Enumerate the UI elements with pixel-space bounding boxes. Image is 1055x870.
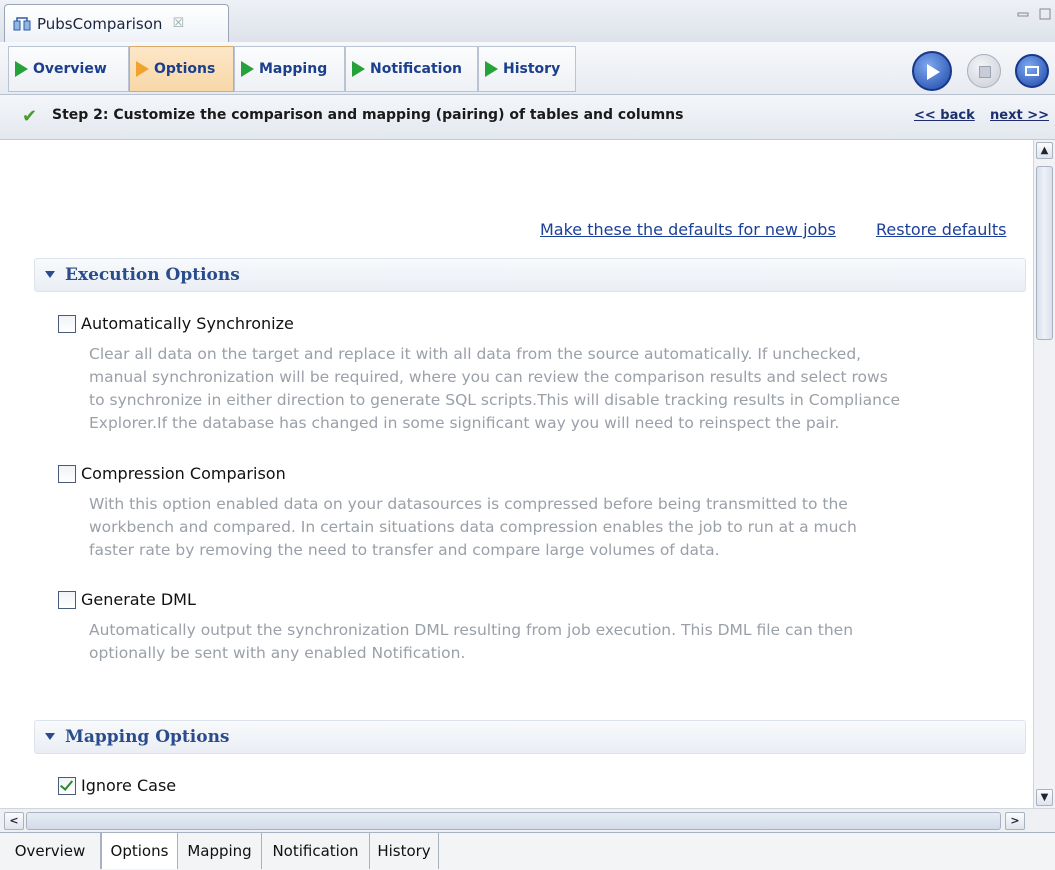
option-description: With this option enabled data on your da… [89, 495, 857, 559]
nav-tab-label: Notification [370, 61, 463, 77]
option-label: Generate DML [81, 590, 196, 609]
page-tab-options[interactable]: Options [101, 833, 178, 869]
section-title: Execution Options [65, 265, 240, 285]
restore-defaults-link[interactable]: Restore defaults [876, 220, 1006, 239]
option-label: Ignore Case [81, 776, 177, 795]
nav-tab-notification[interactable]: Notification [345, 46, 478, 92]
automatically-synchronize-checkbox[interactable] [58, 315, 76, 333]
scroll-down-icon[interactable]: ▼ [1036, 789, 1053, 806]
nav-tab-label: Overview [33, 61, 107, 77]
checkmark-icon: ✔ [22, 106, 38, 127]
nav-tab-history[interactable]: History [478, 46, 576, 92]
page-tab-history[interactable]: History [370, 833, 439, 869]
comparison-job-icon [13, 16, 31, 30]
section-title: Mapping Options [65, 727, 230, 747]
play-arrow-icon [485, 61, 498, 77]
generate-dml-checkbox[interactable] [58, 591, 76, 609]
option-description: Clear all data on the target and replace… [89, 345, 901, 432]
close-icon[interactable]: ☒ [172, 16, 184, 31]
page-tab-notification[interactable]: Notification [262, 833, 370, 869]
options-content: Make these the defaults for new jobs Res… [0, 140, 1033, 808]
make-defaults-link[interactable]: Make these the defaults for new jobs [540, 220, 836, 239]
bottom-page-tabs: Overview Options Mapping Notification Hi… [0, 832, 1055, 870]
maximize-icon[interactable] [1039, 8, 1051, 20]
vertical-scrollbar[interactable]: ▲ ▼ [1033, 140, 1055, 808]
page-tab-overview[interactable]: Overview [0, 833, 101, 869]
expand-triangle-icon [45, 271, 55, 278]
scroll-right-icon[interactable]: > [1005, 812, 1025, 830]
step-header: ✔ Step 2: Customize the comparison and m… [0, 95, 1055, 140]
editor-tab-pubscomparison[interactable]: PubsComparison ☒ [4, 4, 229, 42]
nav-tab-label: Mapping [259, 61, 328, 77]
back-link[interactable]: << back [914, 108, 975, 123]
console-button[interactable] [1015, 54, 1049, 88]
nav-tab-options[interactable]: Options [129, 46, 234, 92]
option-label: Automatically Synchronize [81, 314, 294, 333]
next-link[interactable]: next >> [990, 108, 1049, 123]
window-controls [1017, 8, 1051, 23]
editor-tab-bar: PubsComparison ☒ [0, 0, 1055, 43]
play-arrow-icon [241, 61, 254, 77]
wizard-nav-bar: Overview Options Mapping Notification Hi… [0, 42, 1055, 95]
step-title: Step 2: Customize the comparison and map… [52, 107, 684, 123]
vertical-scroll-thumb[interactable] [1036, 166, 1053, 340]
nav-tab-mapping[interactable]: Mapping [234, 46, 345, 92]
compression-comparison-checkbox[interactable] [58, 465, 76, 483]
expand-triangle-icon [45, 733, 55, 740]
play-arrow-icon [352, 61, 365, 77]
nav-tab-label: History [503, 61, 561, 77]
play-arrow-icon [15, 61, 28, 77]
play-arrow-icon [136, 61, 149, 77]
editor-tab-title: PubsComparison [37, 14, 163, 33]
execution-options-header[interactable]: Execution Options [34, 258, 1026, 292]
stop-job-button[interactable] [967, 54, 1001, 88]
minimize-icon[interactable] [1017, 10, 1029, 20]
mapping-options-header[interactable]: Mapping Options [34, 720, 1026, 754]
ignore-case-checkbox[interactable] [58, 777, 76, 795]
horizontal-scroll-thumb[interactable] [26, 812, 1001, 830]
scroll-left-icon[interactable]: < [4, 812, 24, 830]
page-tab-mapping[interactable]: Mapping [178, 833, 262, 869]
option-description: Automatically output the synchronization… [89, 621, 854, 662]
nav-tab-label: Options [154, 61, 216, 77]
option-label: Compression Comparison [81, 464, 286, 483]
run-job-button[interactable] [912, 51, 952, 91]
nav-tab-overview[interactable]: Overview [8, 46, 129, 92]
horizontal-scrollbar[interactable]: < > [0, 808, 1055, 833]
scroll-up-icon[interactable]: ▲ [1036, 142, 1053, 159]
